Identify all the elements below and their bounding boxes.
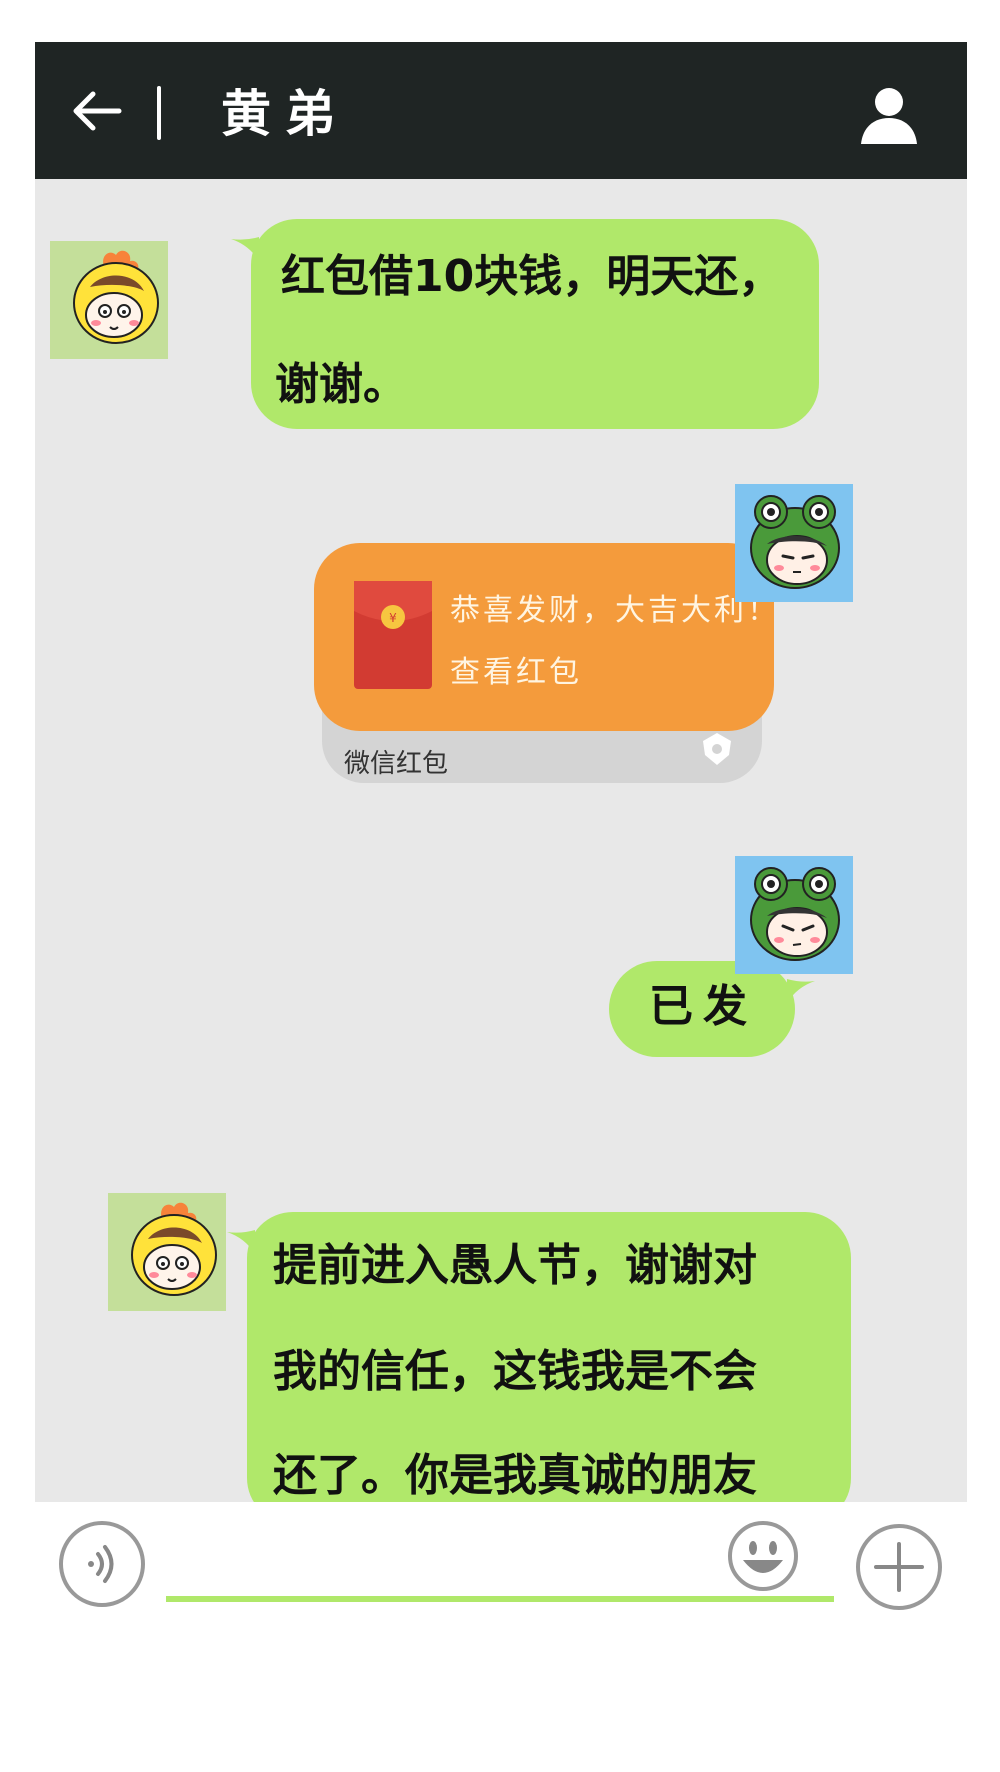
message-bubble-received[interactable]: 红包借10块钱，明天还， 谢谢。 (231, 219, 819, 429)
emoji-button[interactable] (727, 1520, 799, 1592)
contact-avatar[interactable] (108, 1193, 226, 1311)
back-button[interactable] (67, 82, 125, 140)
plus-icon (856, 1524, 942, 1610)
message-text-line: 红包借10块钱，明天还， (281, 251, 783, 302)
message-text-line: 提前进入愚人节，谢谢对 (273, 1240, 757, 1291)
self-avatar[interactable] (735, 484, 853, 602)
emoji-icon (728, 1521, 798, 1591)
person-icon (861, 88, 917, 144)
shield-icon (703, 733, 731, 765)
bubble-tail (227, 1230, 255, 1254)
voice-button[interactable] (58, 1520, 146, 1608)
bubble-tail (787, 979, 815, 1003)
red-packet-view-link[interactable]: 查看红包 (450, 647, 582, 691)
red-packet-card[interactable]: ¥ 恭喜发财，大吉大利！ 查看红包 (314, 543, 792, 731)
chick-avatar-icon (108, 1193, 226, 1311)
red-packet-greeting: 恭喜发财，大吉大利！ (450, 593, 780, 628)
red-packet-footer-label: 微信红包 (344, 749, 449, 779)
chat-screen: 黄弟 红包借10块钱，明天还， 谢谢。 微信红包 ¥ 恭喜发财，大吉大利！ 查看… (35, 42, 967, 1544)
message-text-line: 我的信任，这钱我是不会 (273, 1346, 757, 1397)
chat-header: 黄弟 (35, 42, 967, 179)
frog-avatar-icon (735, 484, 853, 602)
svg-text:¥: ¥ (389, 611, 397, 625)
back-arrow-icon (73, 91, 122, 131)
contact-avatar[interactable] (50, 241, 168, 359)
input-bar (0, 1502, 1000, 1772)
chat-title: 黄弟 (221, 85, 349, 143)
profile-button[interactable] (857, 82, 921, 146)
message-bubble-sent[interactable]: 已发 (609, 961, 815, 1057)
self-avatar[interactable] (735, 856, 853, 974)
bubble-tail (231, 237, 259, 261)
message-text-line: 已发 (649, 981, 757, 1032)
chick-avatar-icon (50, 241, 168, 359)
message-list[interactable]: 红包借10块钱，明天还， 谢谢。 微信红包 ¥ 恭喜发财，大吉大利！ 查看红包 … (35, 179, 967, 1544)
message-text-line: 还了。你是我真诚的朋友 (273, 1450, 757, 1501)
header-divider (157, 86, 161, 140)
message-text-line: 谢谢。 (275, 359, 407, 410)
red-packet-message[interactable]: 微信红包 ¥ 恭喜发财，大吉大利！ 查看红包 (314, 543, 792, 783)
more-button[interactable] (854, 1522, 944, 1612)
voice-icon (59, 1521, 145, 1607)
frog-avatar-icon (735, 856, 853, 974)
red-envelope-icon: ¥ (354, 581, 432, 689)
message-bubble-received[interactable]: 提前进入愚人节，谢谢对 我的信任，这钱我是不会 还了。你是我真诚的朋友 (227, 1212, 851, 1524)
